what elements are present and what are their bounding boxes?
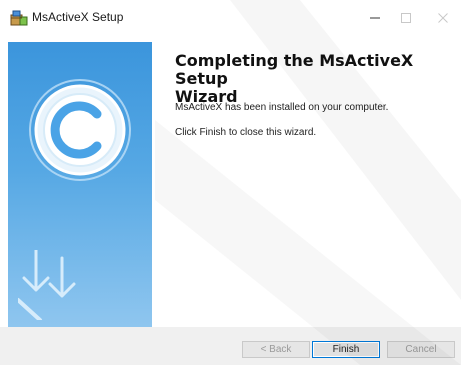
- circular-c-logo-icon: [29, 79, 131, 181]
- close-icon: [438, 13, 448, 23]
- wizard-heading-line1: Completing the MsActiveX Setup: [175, 51, 414, 88]
- minimize-icon: [370, 17, 380, 19]
- button-bar: < Back Finish Cancel: [0, 327, 461, 365]
- setup-window: MsActiveX Setup Completing the MsActiveX…: [0, 0, 461, 365]
- wizard-side-banner: [8, 42, 152, 327]
- installer-box-icon: [10, 9, 28, 27]
- finish-instruction: Click Finish to close this wizard.: [175, 127, 317, 138]
- installed-message: MsActiveX has been installed on your com…: [175, 102, 389, 113]
- maximize-icon: [401, 13, 411, 23]
- close-button[interactable]: [428, 8, 458, 28]
- cancel-button[interactable]: Cancel: [387, 341, 455, 358]
- title-bar[interactable]: MsActiveX Setup: [0, 0, 461, 42]
- finish-button[interactable]: Finish: [312, 341, 380, 358]
- back-button[interactable]: < Back: [242, 341, 310, 358]
- wizard-heading: Completing the MsActiveX Setup Wizard: [175, 52, 445, 106]
- window-title: MsActiveX Setup: [32, 10, 124, 24]
- down-arrows-icon: [18, 250, 76, 320]
- maximize-button[interactable]: [391, 8, 421, 28]
- minimize-button[interactable]: [360, 8, 390, 28]
